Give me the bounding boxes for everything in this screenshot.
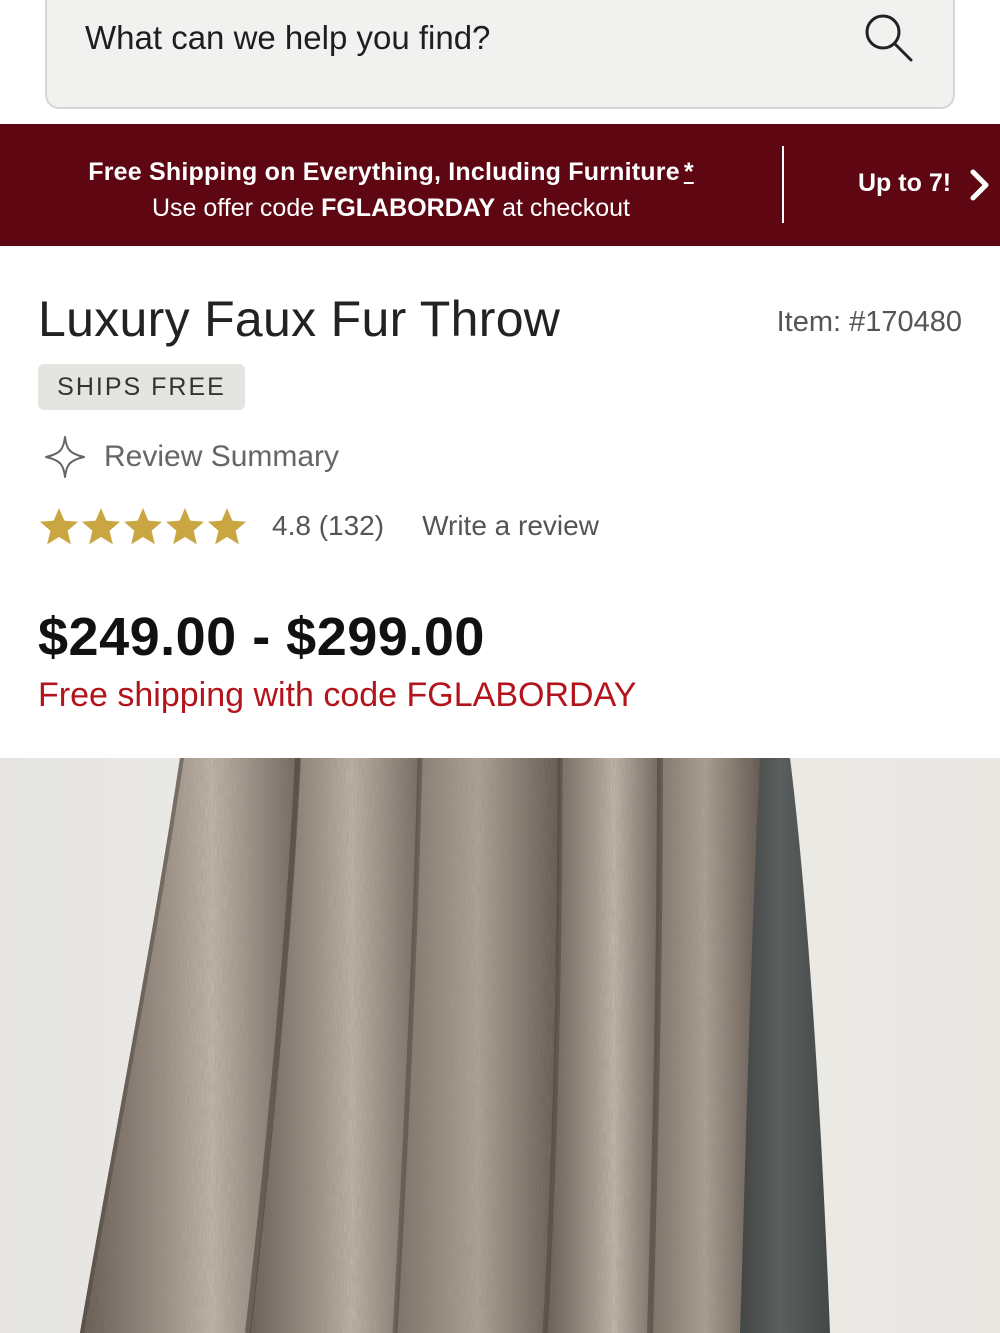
promo-headline: Free Shipping on Everything, Including F…	[0, 158, 782, 187]
product-image[interactable]	[0, 758, 1000, 1333]
search-input[interactable]	[85, 12, 845, 64]
star-icon	[124, 508, 162, 545]
promo-headline-text: Free Shipping on Everything, Including F…	[88, 158, 680, 186]
promo-code-suffix: at checkout	[502, 194, 630, 222]
promo-banner: Free Shipping on Everything, Including F…	[0, 124, 1000, 246]
ships-free-badge: SHIPS FREE	[38, 364, 245, 410]
rating-row: 4.8 (132) Write a review	[38, 504, 599, 548]
write-review-link[interactable]: Write a review	[422, 510, 599, 542]
price-range: $249.00 - $299.00	[38, 607, 485, 667]
free-shipping-message: Free shipping with code FGLABORDAY	[38, 676, 637, 714]
review-summary-button[interactable]: Review Summary	[42, 434, 339, 480]
review-summary-label: Review Summary	[104, 440, 340, 473]
product-title: Luxury Faux Fur Throw	[38, 291, 561, 347]
promo-divider	[782, 146, 784, 223]
search-icon	[865, 14, 913, 62]
faux-fur-throw-image	[80, 758, 830, 1333]
promo-code: FGLABORDAY	[321, 194, 496, 222]
search-bar	[45, 0, 955, 109]
star-icon	[82, 508, 120, 545]
promo-code-prefix: Use offer code	[152, 194, 315, 222]
chevron-right-icon	[970, 169, 989, 201]
star-icon	[40, 508, 78, 545]
promo-offer[interactable]: Free Shipping on Everything, Including F…	[0, 124, 782, 246]
item-number: Item: #170480	[776, 306, 962, 338]
promo-asterisk-link[interactable]: *	[684, 158, 694, 186]
rating-count[interactable]: 4.8 (132)	[272, 510, 384, 542]
star-icon	[166, 508, 204, 545]
sparkle-icon	[45, 436, 85, 478]
search-button[interactable]	[861, 10, 917, 66]
promo-code-line: Use offer code FGLABORDAY at checkout	[0, 194, 782, 223]
star-icon	[208, 508, 246, 545]
promo-next-button[interactable]	[966, 168, 994, 202]
star-rating[interactable]	[38, 505, 248, 547]
promo-next-offer[interactable]: Up to 7!	[858, 169, 951, 198]
